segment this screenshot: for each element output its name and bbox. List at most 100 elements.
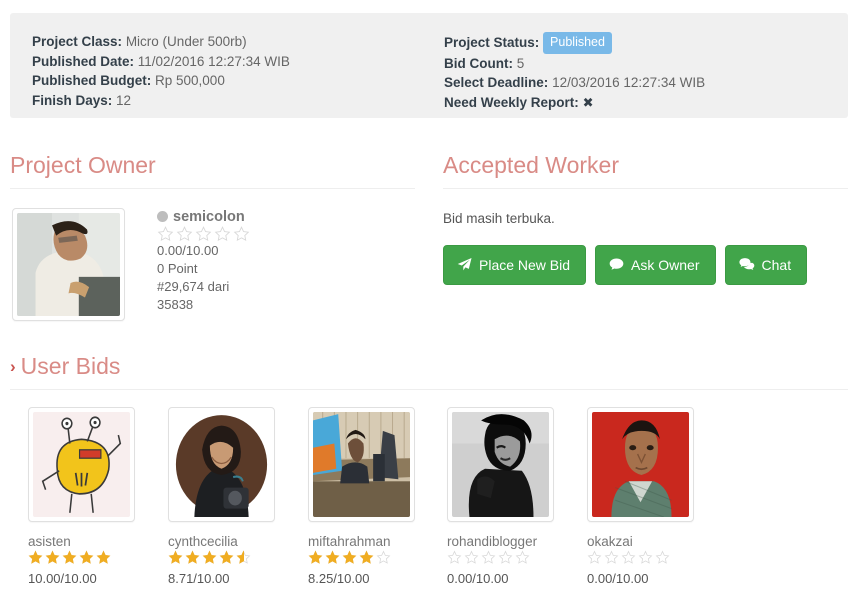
info-key: Bid Count: xyxy=(444,55,513,71)
comments-icon xyxy=(738,257,755,272)
bid-avatar[interactable] xyxy=(308,407,415,522)
bid-rating-stars xyxy=(28,550,148,565)
bid-avatar[interactable] xyxy=(447,407,554,522)
star-icon xyxy=(96,550,111,565)
project-info-right-column: Project Status: Published Bid Count: 5 Sel… xyxy=(444,32,705,112)
bid-rating-stars xyxy=(168,550,288,565)
button-label: Place New Bid xyxy=(479,257,571,273)
chevron-right-icon: › xyxy=(10,357,16,376)
project-owner-section-header: Project Owner xyxy=(10,152,415,189)
owner-rating-text: 0.00/10.00 xyxy=(157,243,219,258)
star-icon xyxy=(359,550,374,565)
star-icon xyxy=(464,550,479,565)
divider xyxy=(10,188,415,189)
bid-avatar[interactable] xyxy=(168,407,275,522)
star-icon xyxy=(587,550,602,565)
star-icon xyxy=(376,550,391,565)
bid-username[interactable]: okakzai xyxy=(587,534,707,550)
star-icon xyxy=(342,550,357,565)
star-icon xyxy=(655,550,670,565)
star-icon xyxy=(621,550,636,565)
bid-rating-text: 0.00/10.00 xyxy=(587,571,649,586)
info-key: Published Budget: xyxy=(32,73,152,88)
info-row-left-0: Project Class: Micro (Under 500rb) xyxy=(32,32,290,52)
user-bids-title: › User Bids xyxy=(10,353,848,380)
info-key: Project Status: xyxy=(444,35,540,50)
project-detail-page: Project Class: Micro (Under 500rb) Publis… xyxy=(0,0,862,591)
bid-username[interactable]: cynthcecilia xyxy=(168,534,288,550)
chat-button[interactable]: Chat xyxy=(724,245,808,285)
info-row-left-1: Published Date: 11/02/2016 12:27:34 WIB xyxy=(32,52,290,72)
button-label: Ask Owner xyxy=(631,257,700,273)
info-key: Published Date: xyxy=(32,53,135,69)
bid-card[interactable]: miftahrahman 8.25/10.00 xyxy=(308,407,428,587)
rohandiblogger-photo xyxy=(452,412,549,517)
star-icon xyxy=(219,550,234,565)
place-new-bid-button[interactable]: Place New Bid xyxy=(443,245,587,285)
user-bids-section-header: › User Bids xyxy=(10,353,848,390)
star-icon xyxy=(214,226,231,242)
info-row-left-3: Finish Days: 12 xyxy=(32,91,290,111)
paper-plane-icon xyxy=(457,257,472,272)
asisten-photo xyxy=(33,412,130,517)
circle-icon xyxy=(157,211,168,222)
info-value: 5 xyxy=(516,55,525,71)
project-info-panel: Project Class: Micro (Under 500rb) Publis… xyxy=(10,13,848,118)
bid-username[interactable]: miftahrahman xyxy=(308,534,428,550)
info-key: Select Deadline: xyxy=(444,75,549,90)
info-value: Rp 500,000 xyxy=(155,73,225,88)
owner-points: 0 Point xyxy=(157,261,198,276)
star-icon xyxy=(308,550,323,565)
star-icon xyxy=(195,226,212,242)
bid-rating-text: 10.00/10.00 xyxy=(28,571,97,586)
project-owner-title: Project Owner xyxy=(10,152,156,178)
star-icon xyxy=(157,226,174,242)
bid-username[interactable]: asisten xyxy=(28,534,148,550)
info-row-right-2: Select Deadline: 12/03/2016 12:27:34 WIB xyxy=(444,73,705,93)
comment-icon xyxy=(609,257,624,272)
info-row-right-0: Project Status: Published xyxy=(444,32,705,54)
bid-avatar[interactable] xyxy=(587,407,694,522)
star-icon xyxy=(638,550,653,565)
accepted-worker-section-header: Accepted Worker xyxy=(443,152,848,189)
bid-username[interactable]: rohandiblogger xyxy=(447,534,567,550)
bid-avatar[interactable] xyxy=(28,407,135,522)
worker-action-buttons: Place New Bid Ask Owner Chat xyxy=(443,245,816,285)
info-value: 12 xyxy=(116,92,132,108)
owner-name-row[interactable]: semicolon xyxy=(157,208,252,226)
star-icon xyxy=(233,226,250,242)
user-bids-label: User Bids xyxy=(20,353,121,379)
star-icon xyxy=(236,550,251,565)
bid-card[interactable]: okakzai 0.00/10.00 xyxy=(587,407,707,587)
bid-card[interactable]: asisten 10.00/10.00 xyxy=(28,407,148,587)
owner-avatar[interactable] xyxy=(12,208,125,321)
info-value: 12/03/2016 12:27:34 WIB xyxy=(552,75,706,90)
star-icon xyxy=(185,550,200,565)
miftahrahman-photo xyxy=(313,412,410,517)
bid-rating-stars xyxy=(447,550,567,565)
star-icon xyxy=(79,550,94,565)
bid-card[interactable]: cynthcecilia 8.71/10.00 xyxy=(168,407,288,587)
owner-rating-stars xyxy=(157,226,252,242)
accepted-worker-block: Bid masih terbuka. Place New Bid Ask Owne… xyxy=(443,210,816,285)
bid-card[interactable]: rohandiblogger 0.00/10.00 xyxy=(447,407,567,587)
star-icon xyxy=(45,550,60,565)
button-label: Chat xyxy=(761,257,792,273)
divider xyxy=(10,389,848,390)
star-icon xyxy=(168,550,183,565)
bid-rating-stars xyxy=(587,550,707,565)
bid-rating-text: 8.25/10.00 xyxy=(308,571,370,586)
divider xyxy=(443,188,848,189)
ask-owner-button[interactable]: Ask Owner xyxy=(595,245,716,285)
star-icon xyxy=(202,550,217,565)
info-row-right-1: Bid Count: 5 xyxy=(444,54,705,74)
owner-avatar-image xyxy=(17,213,120,316)
bid-open-note: Bid masih terbuka. xyxy=(443,211,555,226)
info-value: Micro (Under 500rb) xyxy=(125,34,247,49)
star-icon xyxy=(325,550,340,565)
star-icon xyxy=(515,550,530,565)
info-key: Need Weekly Report: xyxy=(444,94,579,110)
star-icon xyxy=(481,550,496,565)
info-value: 11/02/2016 12:27:34 WIB xyxy=(137,53,290,69)
star-icon xyxy=(176,226,193,242)
